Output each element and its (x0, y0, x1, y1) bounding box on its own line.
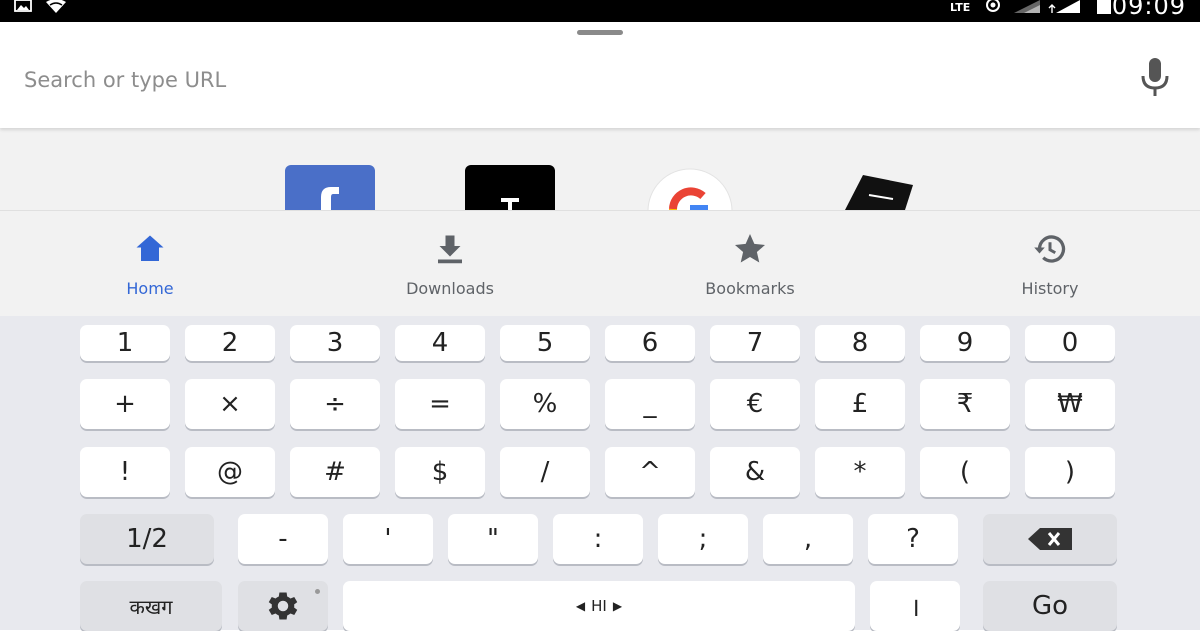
key-danda[interactable]: । (870, 581, 960, 631)
android-police-tile[interactable] (835, 165, 925, 210)
key-9[interactable]: 9 (920, 325, 1010, 361)
download-icon (438, 235, 462, 264)
android-police-logo-icon (845, 175, 913, 210)
key-rupee[interactable]: ₹ (920, 379, 1010, 429)
key-4[interactable]: 4 (395, 325, 485, 361)
space-right-arrow-icon: ▶ (612, 599, 623, 613)
key-hash[interactable]: # (290, 447, 380, 497)
key-1[interactable]: 1 (80, 325, 170, 361)
key-percent[interactable]: % (500, 379, 590, 429)
page-toggle-key[interactable]: 1/2 (80, 514, 214, 564)
key-pound[interactable]: £ (815, 379, 905, 429)
tumblr-logo-icon (465, 165, 555, 210)
key-won[interactable]: ₩ (1025, 379, 1115, 429)
key-at[interactable]: @ (185, 447, 275, 497)
key-exclamation[interactable]: ! (80, 447, 170, 497)
key-quote[interactable]: " (448, 514, 538, 564)
key-close-paren[interactable]: ) (1025, 447, 1115, 497)
settings-key[interactable] (238, 581, 328, 631)
most-visited-tiles (0, 128, 1200, 210)
facebook-tile[interactable] (285, 165, 375, 210)
key-semicolon[interactable]: ; (658, 514, 748, 564)
gear-icon (268, 592, 298, 620)
key-3[interactable]: 3 (290, 325, 380, 361)
nav-bookmarks[interactable]: Bookmarks (600, 211, 900, 317)
key-apostrophe[interactable]: ' (343, 514, 433, 564)
battery-icon (1097, 0, 1111, 14)
key-5[interactable]: 5 (500, 325, 590, 361)
microphone-icon[interactable] (1138, 56, 1172, 98)
nav-home[interactable]: Home (0, 211, 300, 317)
key-slash[interactable]: / (500, 447, 590, 497)
tumblr-tile[interactable] (465, 165, 555, 210)
google-logo-icon (647, 168, 733, 210)
key-caret[interactable]: ^ (605, 447, 695, 497)
key-underscore[interactable]: _ (605, 379, 695, 429)
key-comma[interactable]: , (763, 514, 853, 564)
space-left-arrow-icon: ◀ (575, 599, 586, 613)
key-question[interactable]: ? (868, 514, 958, 564)
nav-history[interactable]: History (900, 211, 1200, 317)
history-icon (1034, 235, 1066, 263)
gallery-icon (14, 0, 32, 12)
data-saver-icon (986, 0, 1000, 12)
nav-downloads[interactable]: Downloads (300, 211, 600, 317)
key-0[interactable]: 0 (1025, 325, 1115, 361)
key-equals[interactable]: = (395, 379, 485, 429)
key-ampersand[interactable]: & (710, 447, 800, 497)
home-icon (136, 235, 164, 261)
key-2[interactable]: 2 (185, 325, 275, 361)
settings-dot-icon (315, 589, 320, 594)
key-divide[interactable]: ÷ (290, 379, 380, 429)
nav-history-label: History (1021, 279, 1079, 298)
backspace-key[interactable] (983, 514, 1117, 564)
key-colon[interactable]: : (553, 514, 643, 564)
key-asterisk[interactable]: * (815, 447, 905, 497)
search-input[interactable] (22, 62, 1026, 98)
key-8[interactable]: 8 (815, 325, 905, 361)
key-6[interactable]: 6 (605, 325, 695, 361)
omnibox-panel (0, 22, 1200, 128)
symbol-keyboard: 1 2 3 4 5 6 7 8 9 0 + × ÷ = % _ € £ ₹ ₩ … (0, 316, 1200, 631)
signal-icon (1048, 0, 1080, 13)
clock: 09:09 (1111, 0, 1186, 20)
nav-downloads-label: Downloads (406, 279, 494, 298)
key-euro[interactable]: € (710, 379, 800, 429)
bottom-navigation: Home Downloads Bookmarks History (0, 210, 1200, 317)
key-hyphen[interactable]: - (238, 514, 328, 564)
language-key[interactable]: कखग (80, 581, 222, 631)
go-key[interactable]: Go (983, 581, 1117, 631)
key-plus[interactable]: + (80, 379, 170, 429)
nav-home-label: Home (126, 279, 174, 298)
network-type-label: LTE (950, 1, 971, 14)
space-language-label: HI (591, 597, 607, 615)
nav-bookmarks-label: Bookmarks (705, 279, 795, 298)
key-multiply[interactable]: × (185, 379, 275, 429)
key-7[interactable]: 7 (710, 325, 800, 361)
facebook-logo-icon (285, 165, 375, 210)
signal-icon (1014, 0, 1040, 13)
wifi-icon (46, 0, 66, 13)
drag-handle[interactable] (577, 30, 623, 35)
status-bar: LTE 09:09 (0, 0, 1200, 22)
key-open-paren[interactable]: ( (920, 447, 1010, 497)
key-dollar[interactable]: $ (395, 447, 485, 497)
google-tile[interactable] (645, 165, 735, 210)
backspace-icon (1028, 528, 1072, 550)
spacebar-key[interactable]: ◀ HI ▶ (343, 581, 855, 631)
star-icon (735, 234, 765, 263)
